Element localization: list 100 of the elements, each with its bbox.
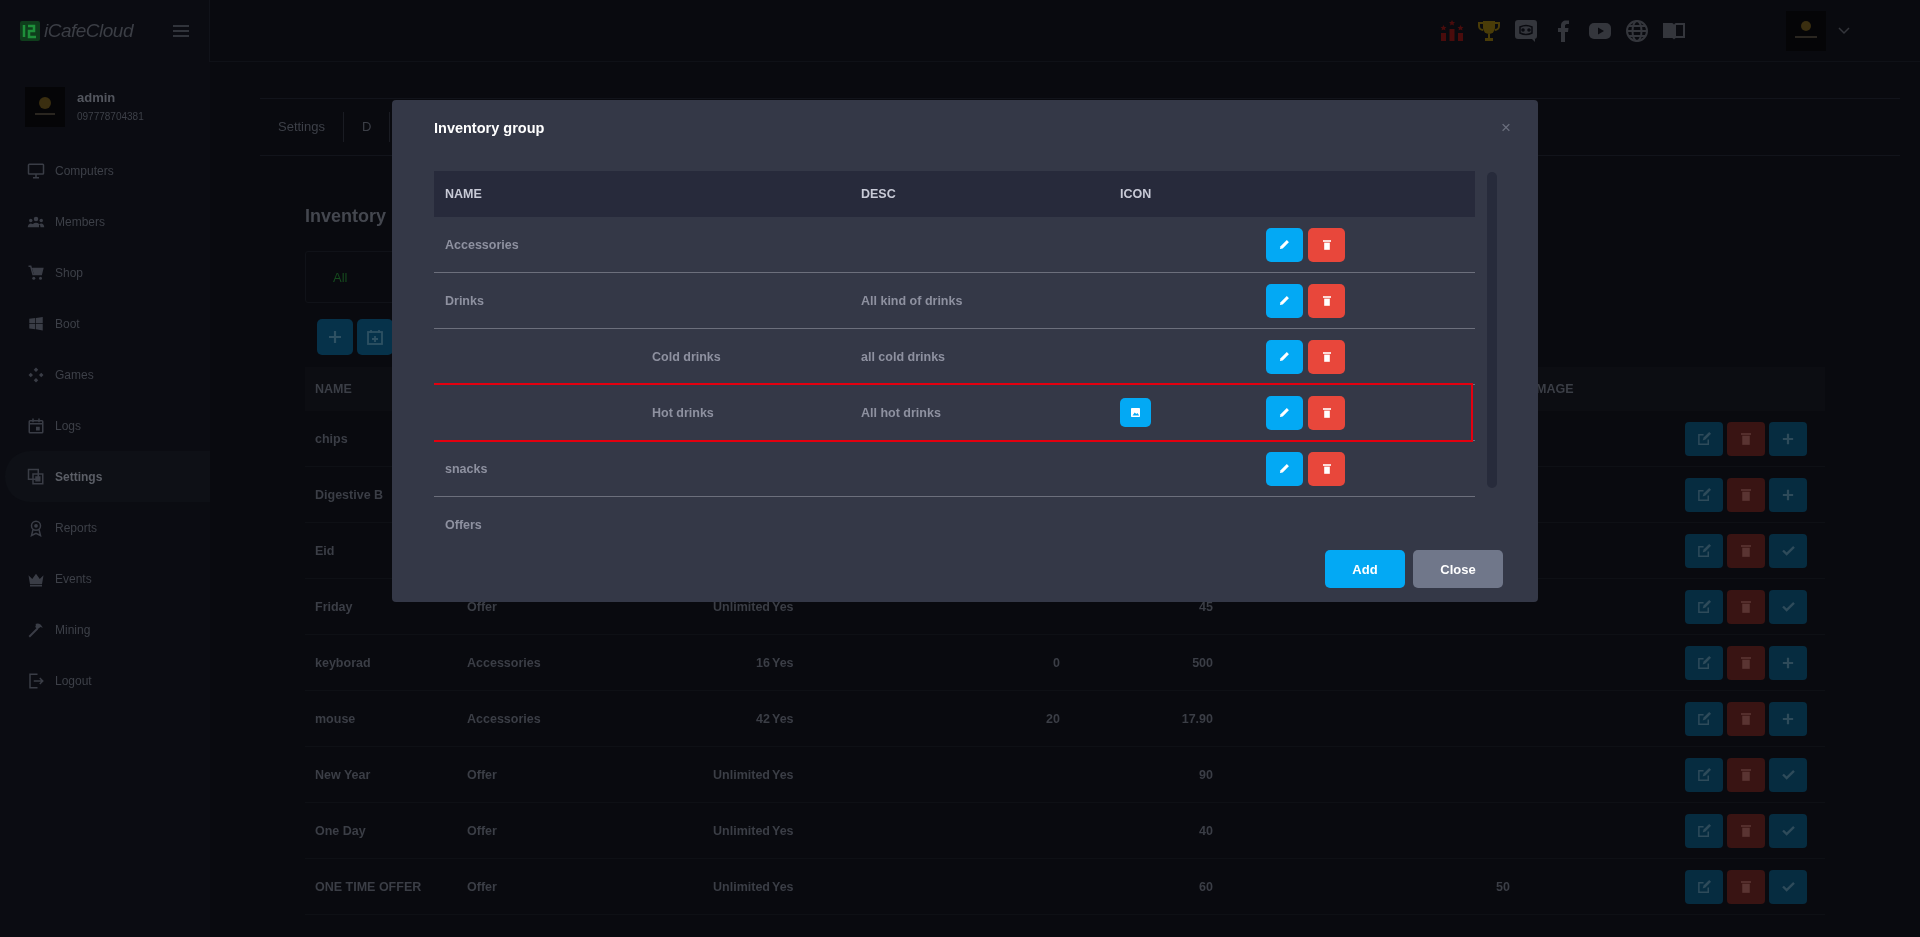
check-icon	[1781, 881, 1795, 892]
edit-button[interactable]	[1266, 395, 1303, 430]
trash-icon	[1322, 407, 1331, 418]
check-icon	[1781, 601, 1795, 612]
page-tab[interactable]: D	[344, 112, 391, 142]
add-item-button[interactable]	[1769, 701, 1807, 736]
filter-tab[interactable]: All	[306, 269, 348, 285]
delete-button[interactable]	[1308, 395, 1345, 430]
page-tab[interactable]: Settings	[260, 112, 344, 142]
menu-icon[interactable]	[173, 25, 189, 37]
confirm-button[interactable]	[1769, 533, 1807, 568]
close-button[interactable]: ×	[1501, 118, 1511, 138]
close-button[interactable]: Close	[1413, 550, 1503, 588]
group-name: Accessories	[445, 237, 519, 252]
calendar-icon	[27, 416, 45, 435]
edit-icon	[1696, 655, 1712, 670]
check-icon	[1781, 825, 1795, 836]
plus-icon	[1782, 712, 1794, 725]
check-icon	[1781, 545, 1795, 556]
delete-button[interactable]	[1308, 339, 1345, 374]
hammer-icon	[27, 620, 45, 639]
trash-icon	[1741, 600, 1751, 613]
trophy-icon[interactable]	[1477, 18, 1501, 43]
add-button[interactable]: Add	[1325, 550, 1405, 588]
cart-icon	[27, 263, 45, 282]
avatar-icon[interactable]	[1786, 10, 1826, 51]
trash-icon	[1741, 768, 1751, 781]
pencil-icon	[1279, 463, 1290, 474]
trash-icon	[1741, 880, 1751, 893]
image-button[interactable]	[1120, 398, 1151, 427]
column-header: DESC	[860, 186, 897, 203]
group-name: Hot drinks	[652, 405, 714, 420]
trash-icon	[1322, 239, 1331, 250]
edit-button[interactable]	[1266, 227, 1303, 262]
modal-title: Inventory group	[434, 120, 545, 136]
trash-icon	[1741, 712, 1751, 725]
chevron-down-icon[interactable]	[1838, 26, 1850, 35]
delete-button[interactable]	[1308, 227, 1345, 262]
edit-icon	[1696, 879, 1712, 894]
plus-icon	[1782, 656, 1794, 669]
logout-icon	[27, 671, 45, 690]
pencil-icon	[1279, 351, 1290, 362]
logo-icon	[20, 21, 40, 41]
edit-icon	[1696, 431, 1712, 446]
group-name: Offers	[445, 517, 482, 529]
group-name: snacks	[445, 461, 488, 476]
ranking-icon[interactable]	[1440, 18, 1464, 43]
confirm-button[interactable]	[1769, 589, 1807, 624]
group-name: Drinks	[445, 293, 484, 308]
globe-icon[interactable]	[1625, 18, 1649, 43]
add-button[interactable]	[317, 319, 353, 355]
edit-icon	[1696, 767, 1712, 782]
edit-button[interactable]	[1266, 451, 1303, 486]
pencil-icon	[1279, 239, 1290, 250]
pencil-icon	[1279, 295, 1290, 306]
trash-icon	[1741, 544, 1751, 557]
add-item-button[interactable]	[1769, 645, 1807, 680]
plus-icon	[1782, 488, 1794, 501]
monitor-icon	[27, 161, 45, 180]
trash-icon	[1322, 463, 1331, 474]
pencil-icon	[1279, 407, 1290, 418]
chat-icon[interactable]	[1514, 18, 1538, 43]
plus-icon	[1782, 432, 1794, 445]
group-description: All kind of drinks	[861, 293, 963, 308]
page-title: Inventory	[305, 206, 387, 226]
edit-button[interactable]	[1266, 339, 1303, 374]
confirm-button[interactable]	[1769, 813, 1807, 848]
plus-icon	[327, 329, 343, 345]
confirm-button[interactable]	[1769, 757, 1807, 792]
edit-icon	[1696, 487, 1712, 502]
edit-button[interactable]	[1266, 283, 1303, 318]
calendar-plus-icon	[367, 329, 383, 345]
image-icon	[1131, 408, 1140, 417]
trash-icon	[1741, 656, 1751, 669]
group-description: all cold drinks	[861, 349, 946, 364]
group-name: Cold drinks	[652, 349, 721, 364]
check-icon	[1781, 769, 1795, 780]
calendar-button[interactable]	[357, 319, 393, 355]
trash-icon	[1322, 295, 1331, 306]
avatar-icon	[25, 87, 65, 127]
sidebar-item[interactable]: Settings	[5, 451, 210, 502]
confirm-button[interactable]	[1769, 869, 1807, 904]
add-item-button[interactable]	[1769, 477, 1807, 512]
trash-icon	[1741, 488, 1751, 501]
trash-icon	[1741, 432, 1751, 445]
user-name: admin	[77, 90, 117, 105]
trash-icon	[1322, 351, 1331, 362]
add-item-button[interactable]	[1769, 421, 1807, 456]
edit-icon	[1696, 543, 1712, 558]
delete-button[interactable]	[1308, 283, 1345, 318]
gamepad-icon	[27, 365, 45, 384]
edit-icon	[1696, 711, 1712, 726]
group-description: All hot drinks	[861, 405, 941, 420]
column-header: NAME	[444, 186, 483, 203]
delete-button[interactable]	[1308, 451, 1345, 486]
copy-icon	[27, 467, 45, 486]
trash-icon	[1741, 824, 1751, 837]
windows-icon	[27, 314, 45, 333]
edit-icon	[1696, 823, 1712, 838]
edit-icon	[1696, 599, 1712, 614]
